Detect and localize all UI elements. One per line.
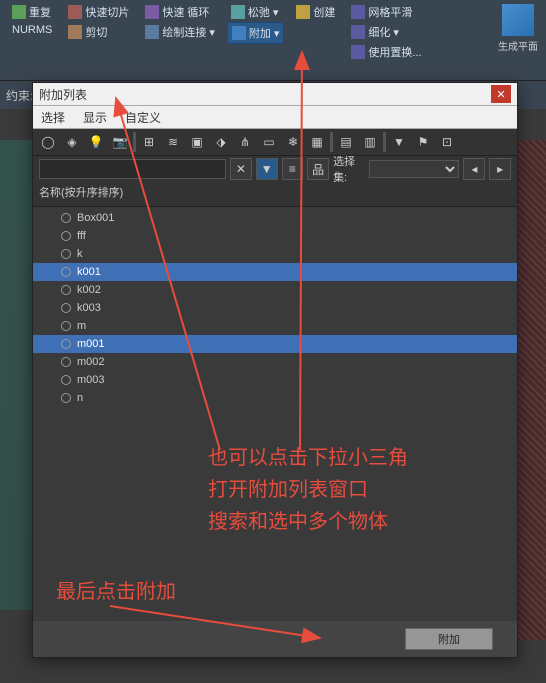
- radio-icon: [61, 249, 71, 259]
- nurms-button[interactable]: NURMS: [8, 22, 56, 38]
- dialog-footer: 附加: [33, 621, 517, 657]
- filter-bone-icon[interactable]: ⋔: [234, 131, 256, 153]
- quick-loop-button[interactable]: 快速 循环: [141, 2, 219, 22]
- selection-prev-button[interactable]: ◂: [463, 158, 485, 180]
- list-item[interactable]: fff: [33, 227, 517, 245]
- cut-button[interactable]: 剪切: [64, 22, 133, 42]
- list-item[interactable]: k: [33, 245, 517, 263]
- radio-icon: [61, 339, 71, 349]
- radio-icon: [61, 285, 71, 295]
- quick-slice-button[interactable]: 快速切片: [64, 2, 133, 22]
- filter-frozen-icon[interactable]: ❄: [282, 131, 304, 153]
- menu-custom[interactable]: 自定义: [125, 109, 161, 126]
- selection-next-button[interactable]: ▸: [489, 158, 511, 180]
- list-item[interactable]: m003: [33, 371, 517, 389]
- list-item[interactable]: n: [33, 389, 517, 407]
- filter-xref-icon[interactable]: ⬗: [210, 131, 232, 153]
- item-name: k: [77, 248, 83, 260]
- item-name: n: [77, 392, 83, 404]
- mesh-smooth-button[interactable]: 网格平滑: [347, 2, 425, 22]
- radio-icon: [61, 231, 71, 241]
- display-list-icon[interactable]: ▤: [335, 131, 357, 153]
- list-header[interactable]: 名称(按升序排序): [33, 182, 517, 207]
- constraint-label: 约束:: [6, 87, 33, 104]
- dialog-toolbar: ◯ ◈ 💡 📷 ⊞ ≋ ▣ ⬗ ⋔ ▭ ❄ ▦ ▤ ▥ ▼ ⚑ ⊡: [33, 129, 517, 156]
- item-name: k002: [77, 284, 101, 296]
- item-name: k003: [77, 302, 101, 314]
- menu-select[interactable]: 选择: [41, 109, 65, 126]
- use-swap-button[interactable]: 使用置换...: [347, 42, 425, 62]
- dialog-titlebar: 附加列表 ✕: [33, 83, 517, 106]
- separator: [133, 132, 136, 152]
- filter-geometry-icon[interactable]: ◈: [61, 131, 83, 153]
- list-item[interactable]: k002: [33, 281, 517, 299]
- close-button[interactable]: ✕: [491, 85, 511, 103]
- radio-icon: [61, 393, 71, 403]
- filter-all-icon[interactable]: ◯: [37, 131, 59, 153]
- ribbon: 重复 NURMS 快速切片 剪切 快速 循环 绘制连接 ▾ 松弛 ▾ 附加 ▾ …: [0, 0, 546, 81]
- item-name: k001: [77, 266, 101, 278]
- selection-set-dropdown[interactable]: [369, 160, 459, 178]
- dialog-menubar: 选择 显示 自定义: [33, 106, 517, 129]
- expand-icon[interactable]: ⊡: [436, 131, 458, 153]
- funnel-icon[interactable]: ▼: [388, 131, 410, 153]
- separator: [383, 132, 386, 152]
- list-item[interactable]: m001: [33, 335, 517, 353]
- item-name: fff: [77, 230, 86, 242]
- filter-light-icon[interactable]: 💡: [85, 131, 107, 153]
- item-name: m001: [77, 338, 105, 350]
- radio-icon: [61, 375, 71, 385]
- radio-icon: [61, 267, 71, 277]
- draw-connect-button[interactable]: 绘制连接 ▾: [141, 22, 219, 42]
- radio-icon: [61, 321, 71, 331]
- item-name: m002: [77, 356, 105, 368]
- separator: [330, 132, 333, 152]
- attach-dropdown-button[interactable]: 附加 ▾: [227, 22, 285, 44]
- clear-search-button[interactable]: ✕: [230, 158, 252, 180]
- object-list[interactable]: Box001 fff k k001 k002 k003 m m001 m002 m003 n: [33, 207, 517, 621]
- item-name: Box001: [77, 212, 114, 224]
- radio-icon: [61, 357, 71, 367]
- selection-set-label: 选择集:: [333, 153, 365, 185]
- gen-plane-icon[interactable]: [502, 4, 534, 36]
- list-item[interactable]: k001: [33, 263, 517, 281]
- list-item[interactable]: Box001: [33, 209, 517, 227]
- search-row: ✕ ▼ ≡ 品 选择集: ◂ ▸: [33, 156, 517, 182]
- attach-list-dialog: 附加列表 ✕ 选择 显示 自定义 ◯ ◈ 💡 📷 ⊞ ≋ ▣ ⬗ ⋔ ▭ ❄ ▦…: [32, 82, 518, 658]
- relax-button[interactable]: 松弛 ▾: [227, 2, 285, 22]
- gen-plane-label: 生成平面: [498, 38, 538, 53]
- filter-space-icon[interactable]: ≋: [162, 131, 184, 153]
- item-name: m003: [77, 374, 105, 386]
- settings-icon[interactable]: ⚑: [412, 131, 434, 153]
- dialog-title: 附加列表: [39, 86, 87, 103]
- list-item[interactable]: m: [33, 317, 517, 335]
- create-button[interactable]: 创建: [292, 2, 339, 22]
- layer-icon[interactable]: ≡: [282, 158, 304, 180]
- search-filter-button[interactable]: ▼: [256, 158, 278, 180]
- search-input[interactable]: [39, 159, 226, 179]
- radio-icon: [61, 303, 71, 313]
- attach-button[interactable]: 附加: [405, 628, 493, 650]
- filter-camera-icon[interactable]: 📷: [109, 131, 131, 153]
- display-tree-icon[interactable]: ▥: [359, 131, 381, 153]
- reset-button[interactable]: 重复: [8, 2, 56, 22]
- list-item[interactable]: k003: [33, 299, 517, 317]
- menu-display[interactable]: 显示: [83, 109, 107, 126]
- refine-button[interactable]: 细化 ▾: [347, 22, 425, 42]
- item-name: m: [77, 320, 86, 332]
- filter-container-icon[interactable]: ▭: [258, 131, 280, 153]
- list-item[interactable]: m002: [33, 353, 517, 371]
- filter-helper-icon[interactable]: ⊞: [138, 131, 160, 153]
- filter-group-icon[interactable]: ▣: [186, 131, 208, 153]
- radio-icon: [61, 213, 71, 223]
- hierarchy-icon[interactable]: 品: [307, 158, 329, 180]
- filter-hidden-icon[interactable]: ▦: [306, 131, 328, 153]
